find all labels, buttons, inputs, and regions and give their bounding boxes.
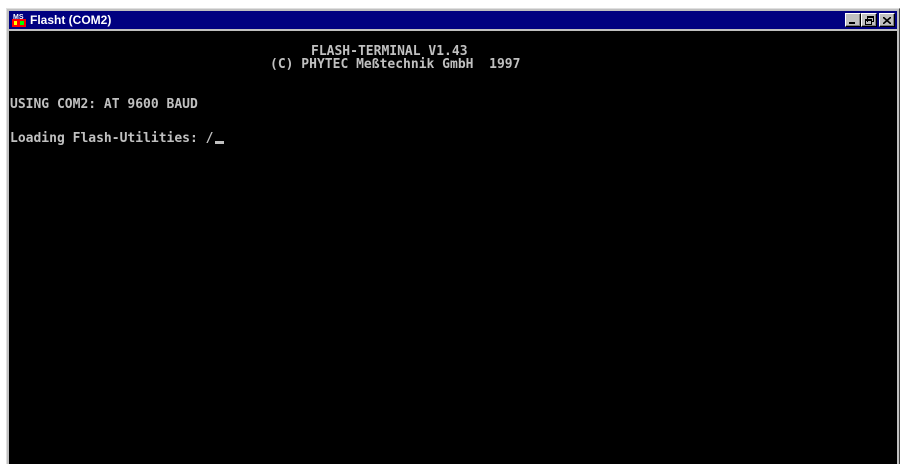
- close-button[interactable]: [879, 13, 895, 27]
- ms-dos-icon[interactable]: MS: [11, 12, 27, 28]
- title-bar[interactable]: MS Flasht (COM2): [9, 11, 897, 29]
- dos-window: MS Flasht (COM2) FLASH-TERMINAL V1.43 (C…: [6, 8, 900, 464]
- svg-text:MS: MS: [13, 14, 24, 21]
- status-line: USING COM2: AT 9600 BAUD: [10, 97, 198, 112]
- close-icon: [883, 16, 891, 24]
- minimize-icon: [849, 22, 855, 24]
- header-copyright-line: (C) PHYTEC Meßtechnik GmbH 1997: [270, 57, 521, 72]
- minimize-button[interactable]: [845, 13, 861, 27]
- restore-icon: [864, 15, 874, 25]
- loading-text: Loading Flash-Utilities: /: [10, 131, 214, 146]
- text-cursor: [214, 141, 224, 144]
- loading-line: Loading Flash-Utilities: /: [10, 132, 224, 145]
- maximize-button[interactable]: [861, 13, 877, 27]
- window-title: Flasht (COM2): [30, 13, 112, 27]
- window-controls: [845, 13, 897, 27]
- console-output[interactable]: FLASH-TERMINAL V1.43 (C) PHYTEC Meßtechn…: [9, 31, 897, 464]
